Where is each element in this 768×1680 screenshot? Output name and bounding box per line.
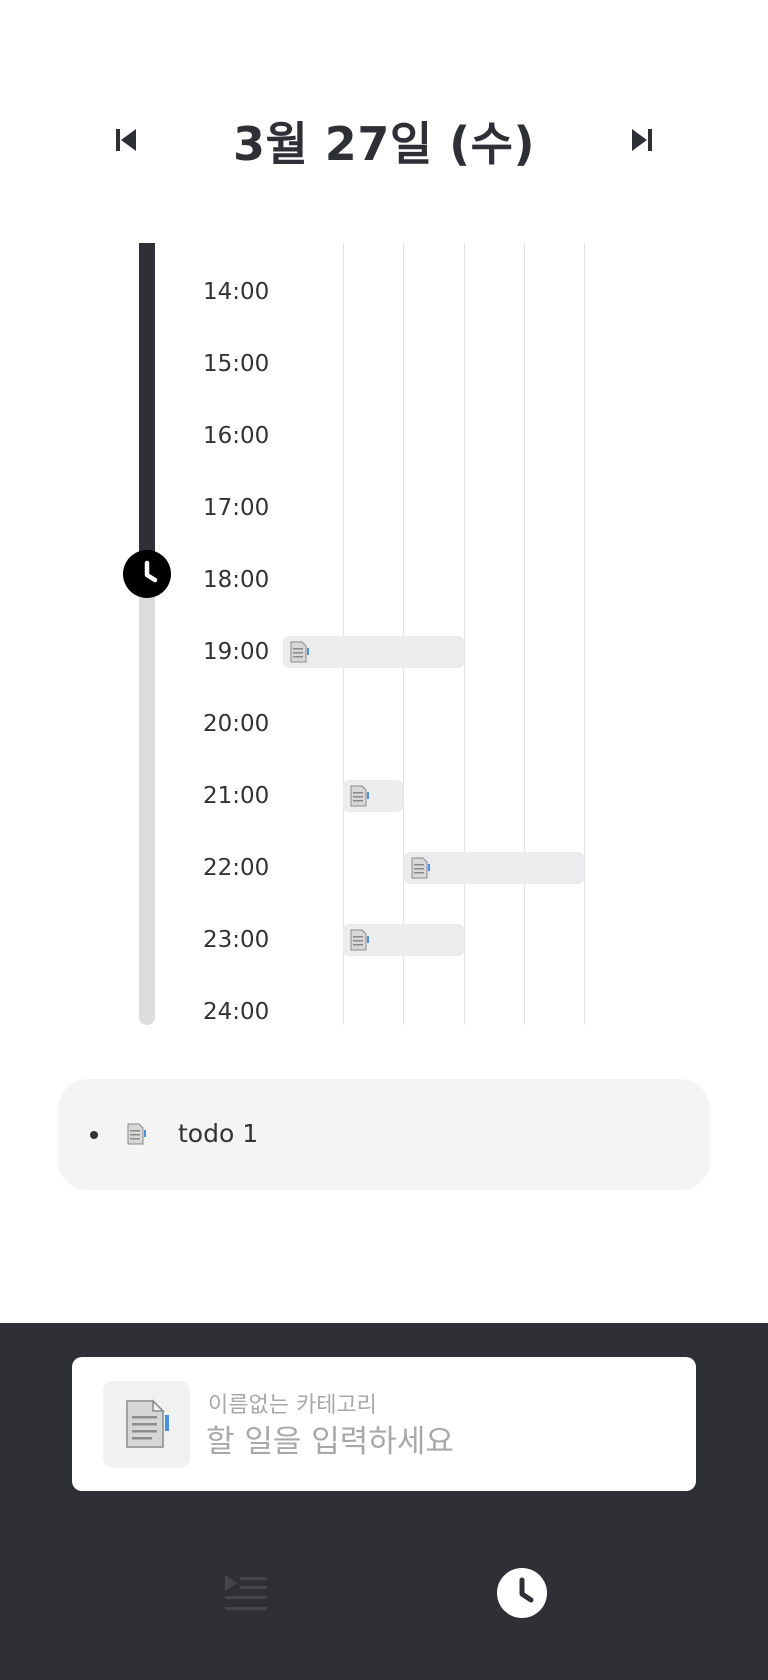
document-icon (350, 785, 369, 807)
bottom-panel: 이름없는 카테고리 (0, 1323, 768, 1680)
elapsed-time-track (139, 243, 155, 573)
timeline-screen: 3월 27일 (수) 14:00 15:00 16:00 17:00 18:00… (0, 0, 768, 1680)
hour-label: 16:00 (203, 423, 270, 449)
hour-label: 20:00 (203, 711, 270, 737)
hour-label: 18:00 (203, 567, 270, 593)
hour-label: 22:00 (203, 855, 270, 881)
todo-list: todo 1 (58, 1079, 710, 1190)
document-icon (350, 929, 369, 951)
grid-line (403, 243, 404, 1025)
category-label: 이름없는 카테고리 (208, 1393, 377, 1418)
skip-next-icon (632, 129, 652, 151)
playlist-icon (225, 1575, 267, 1610)
timeline[interactable]: 14:00 15:00 16:00 17:00 18:00 19:00 20:0… (0, 243, 768, 1025)
current-time-marker[interactable] (123, 550, 171, 598)
grid-line (464, 243, 465, 1025)
remaining-time-track (139, 573, 155, 1025)
event-block-1900[interactable] (283, 636, 464, 668)
bullet (90, 1131, 98, 1139)
hour-label: 19:00 (203, 639, 270, 665)
category-picker-button[interactable] (103, 1381, 190, 1468)
grid-line (524, 243, 525, 1025)
date-header: 3월 27일 (수) (0, 100, 768, 180)
todo-item-label: todo 1 (178, 1119, 259, 1148)
hour-label: 21:00 (203, 783, 270, 809)
document-icon (290, 641, 309, 663)
event-block-2200[interactable] (404, 852, 584, 884)
clock-icon (497, 1568, 547, 1618)
document-icon (411, 857, 430, 879)
document-icon (126, 1399, 169, 1448)
hour-label: 17:00 (203, 495, 270, 521)
hour-label: 14:00 (203, 279, 270, 305)
timeline-view-tab[interactable] (494, 1565, 550, 1621)
grid-line (584, 243, 585, 1025)
document-icon (127, 1123, 146, 1145)
event-block-2300[interactable] (343, 924, 464, 956)
event-block-2100[interactable] (343, 780, 403, 812)
list-view-tab[interactable] (218, 1565, 274, 1621)
hour-label: 24:00 (203, 999, 270, 1025)
clock-icon (144, 560, 158, 583)
hour-label: 23:00 (203, 927, 270, 953)
hour-label: 15:00 (203, 351, 270, 377)
next-day-button[interactable] (624, 122, 660, 158)
todo-input[interactable] (206, 1419, 666, 1465)
add-todo-card: 이름없는 카테고리 (72, 1357, 696, 1491)
grid-line (343, 243, 344, 1025)
